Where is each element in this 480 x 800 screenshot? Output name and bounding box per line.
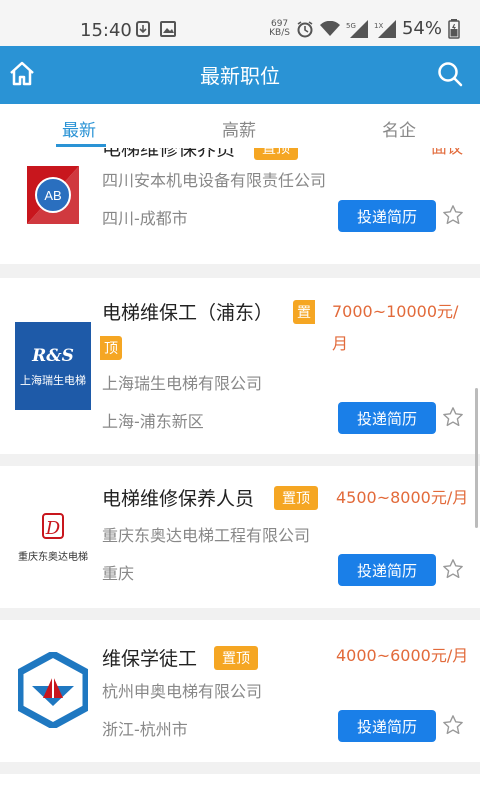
svg-text:5G: 5G [346,22,356,30]
job-title[interactable]: 电梯维保工（浦东） [102,298,273,325]
company-name[interactable]: 上海瑞生电梯有限公司 [102,370,262,394]
dongaoda-mark-icon: D [42,513,64,539]
location: 重庆 [102,564,135,583]
pin-badge-wrap: 顶 [100,336,122,360]
job-card[interactable]: 维保学徒工 置顶 4000~6000元/月 杭州申奥电梯有限公司 浙江-杭州市 … [0,620,480,762]
tab-indicator [56,144,106,147]
location: 四川-成都市 [102,209,188,228]
company-name[interactable]: 四川安本机电设备有限责任公司 [102,167,326,191]
download-notification-icon [136,21,150,37]
scrollbar[interactable] [475,388,478,528]
search-icon[interactable] [436,60,464,88]
star-icon[interactable] [442,714,464,736]
tab-bar: 最新 高薪 名企 [0,104,480,148]
status-right-icons: 697 KB/S 5G 1X 54% [269,18,460,39]
company-logo-anben: AB [27,166,79,224]
image-notification-icon [160,21,176,37]
apply-button[interactable]: 投递简历 [338,710,436,742]
job-list[interactable]: AB 电梯维修保养员 置顶 面议 四川安本机电设备有限责任公司 四川-成都市 投… [0,148,480,800]
pin-badge: 置顶 [254,148,298,160]
tab-famous-companies[interactable]: 名企 [382,116,416,141]
pin-badge: 置 [293,300,315,324]
svg-text:D: D [45,518,61,539]
location: 上海-浦东新区 [102,412,204,431]
status-notification-icons [136,21,176,37]
company-logo-shenao [18,652,88,728]
job-title[interactable]: 维保学徒工 [102,644,197,671]
svg-text:AB: AB [44,188,61,203]
company-logo-dongaoda: D 重庆东奥达电梯 [18,512,88,563]
net-speed: 697 KB/S [269,18,290,38]
job-title[interactable]: 电梯维修保养员 [102,148,235,161]
tab-high-salary[interactable]: 高薪 [222,116,256,141]
salary: 4000~6000元/月 [336,646,469,665]
salary-unit: 月 [332,334,349,353]
salary: 7000~10000元/ [332,302,459,321]
star-icon[interactable] [442,558,464,580]
signal-1x-icon: 1X [374,19,396,38]
apply-button[interactable]: 投递简历 [338,200,436,232]
battery-percent: 54% [401,18,442,39]
company-logo-ruisheng: R&S 上海瑞生电梯 [15,322,91,410]
location: 浙江-杭州市 [102,720,188,739]
salary: 面议 [431,148,463,158]
apply-button[interactable]: 投递简历 [338,554,436,586]
job-title[interactable]: 电梯维修保养人员 [102,484,254,511]
job-card[interactable]: AB 电梯维修保养员 置顶 面议 四川安本机电设备有限责任公司 四川-成都市 投… [0,148,480,264]
signal-5g-icon: 5G [346,19,368,38]
job-card[interactable]: R&S 上海瑞生电梯 电梯维保工（浦东） 置 顶 7000~10000元/ 月 … [0,278,480,454]
company-name[interactable]: 重庆东奥达电梯工程有限公司 [102,522,310,546]
alarm-icon [297,20,313,37]
status-bar: 15:40 697 KB/S 5G 1X 54% [0,0,480,46]
job-card[interactable]: D 重庆东奥达电梯 电梯维修保养人员 置顶 4500~8000元/月 重庆东奥达… [0,466,480,608]
status-time: 15:40 [80,20,132,41]
battery-icon [448,18,460,39]
wifi-icon [319,20,340,36]
pin-badge: 置顶 [214,646,258,670]
page-title: 最新职位 [200,64,280,88]
salary: 4500~8000元/月 [336,488,469,507]
tab-latest[interactable]: 最新 [62,116,96,141]
pin-badge: 置顶 [274,486,318,510]
company-name[interactable]: 杭州申奥电梯有限公司 [102,678,262,702]
star-icon[interactable] [442,204,464,226]
app-bar: 最新职位 [0,46,480,104]
apply-button[interactable]: 投递简历 [338,402,436,434]
svg-text:1X: 1X [374,22,383,30]
job-card-partial[interactable] [0,774,480,800]
star-icon[interactable] [442,406,464,428]
